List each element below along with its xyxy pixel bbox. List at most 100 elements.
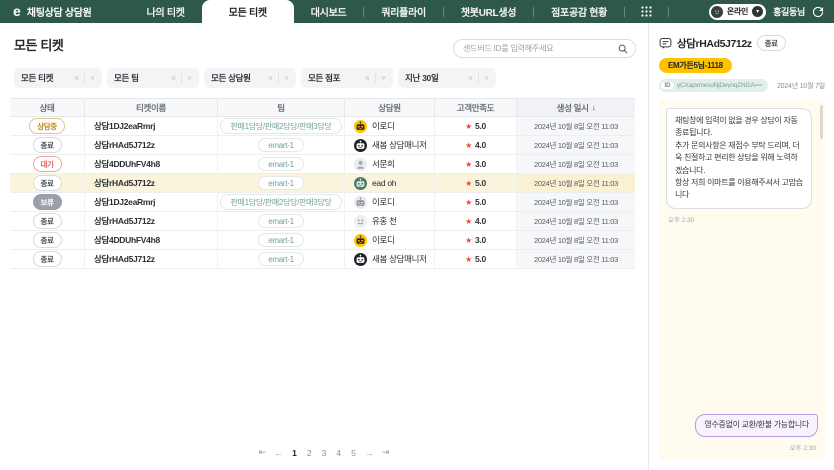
rating-value: 4.0 xyxy=(474,140,486,150)
main-area: 모든 티켓 모든 티켓 × ∨ 모든 팀 × ∨ 모든 상담원 × ∨ 모든 점… xyxy=(0,23,834,470)
agent-name: 새봄 상담매니저 xyxy=(372,140,427,150)
table-header: 상태 티켓이름 팀 상담원 고객만족도 생성 일시 ↓ xyxy=(10,99,635,117)
pagination: ⇤ ← 12345 → ⇥ xyxy=(0,447,648,458)
table-row-4[interactable]: 보류 상담1DJ2eaRmrj 판매1담당/판매2담당/판매3담당 이로디 ★ 5… xyxy=(10,193,635,212)
filter-pill-1[interactable]: 모든 팀 × ∨ xyxy=(107,68,199,88)
nav-tab-4[interactable]: 챗봇URL생성 xyxy=(444,0,533,23)
robot-gray-avatar-icon xyxy=(354,195,367,209)
conversation-title: 상담rHAd5J712z xyxy=(677,37,752,50)
chevron-down-icon[interactable]: ▾ xyxy=(752,6,764,17)
rating-value: 4.0 xyxy=(474,216,486,226)
next-page-icon[interactable]: → xyxy=(365,448,374,458)
page-numbers: 12345 xyxy=(291,448,357,458)
first-page-icon[interactable]: ⇤ xyxy=(259,447,267,458)
created-at: 2024년 10월 8일 오전 11:03 xyxy=(517,231,635,249)
nav-tab-2[interactable]: 대시보드 xyxy=(294,0,364,23)
search-icon[interactable] xyxy=(618,44,628,54)
message-bubble: 영수증없이 교환/환불 가능합니다 xyxy=(695,413,818,437)
status-badge: 종료 xyxy=(32,251,62,267)
message-time: 오후 2:30 xyxy=(789,445,816,452)
filter-separator xyxy=(477,73,479,83)
filter-separator xyxy=(277,73,279,83)
team-badge: emart-1 xyxy=(258,252,304,266)
table-row-6[interactable]: 종료 상담4DDUhFV4h8 emart-1 이로디 ★ 3.0 2024년 1… xyxy=(10,231,635,250)
nav-tab-1[interactable]: 모든 티켓 xyxy=(201,0,294,23)
status-badge: 종료 xyxy=(32,232,62,248)
chat-scrollbar[interactable] xyxy=(820,105,823,139)
star-icon: ★ xyxy=(465,235,472,245)
table-row-7[interactable]: 종료 상담rHAd5J712z emart-1 새봄 상담매니저 ★ 5.0 20… xyxy=(10,250,635,269)
team-badge: emart-1 xyxy=(258,157,304,171)
filter-label: 모든 팀 xyxy=(114,73,139,83)
nav-tab-label: 나의 티켓 xyxy=(146,8,185,19)
conversation-header: 상담rHAd5J712z 종료 xyxy=(659,35,825,51)
chevron-down-icon[interactable]: ∨ xyxy=(484,75,489,82)
chevron-down-icon[interactable]: ∨ xyxy=(284,75,289,82)
nav-tab-label: 대시보드 xyxy=(310,8,347,19)
column-header-3[interactable]: 상담원 xyxy=(345,99,435,116)
nav-tab-0[interactable]: 나의 티켓 xyxy=(130,0,202,23)
status-badge: 상담중 xyxy=(29,118,65,134)
table-row-3[interactable]: 종료 상담rHAd5J712z emart-1 ead oh ★ 5.0 2024… xyxy=(10,174,635,193)
nav-tab-3[interactable]: 쿼리플라이 xyxy=(364,0,443,23)
created-at: 2024년 10월 8일 오전 11:03 xyxy=(517,174,635,192)
filter-pill-4[interactable]: 지난 30일 × ∨ xyxy=(398,68,496,88)
prev-page-icon[interactable]: ← xyxy=(274,448,283,458)
search-input[interactable] xyxy=(463,44,618,53)
nav-tabs: 나의 티켓 모든 티켓 대시보드 쿼리플라이 챗봇URL생성 점포공감 현황 xyxy=(130,0,624,23)
page-3[interactable]: 3 xyxy=(321,448,328,458)
table-body: 상담중 상담1DJ2eaRmrj 판매1담당/판매2담당/판매3담당 이로디 ★… xyxy=(10,117,635,269)
nav-divider xyxy=(668,6,670,17)
status-badge: 대기 xyxy=(32,156,62,172)
filter-clear-icon[interactable]: × xyxy=(268,74,273,83)
table-row-1[interactable]: 종료 상담rHAd5J712z emart-1 새봄 상담매니저 ★ 4.0 20… xyxy=(10,136,635,155)
filter-clear-icon[interactable]: × xyxy=(171,74,176,83)
logout-icon[interactable] xyxy=(812,6,824,18)
customer-id-pill[interactable]: ID yCXapxmesoNjDeynqZNI1A== xyxy=(659,79,768,92)
id-label: ID xyxy=(661,82,674,89)
smiley-gray-avatar-icon xyxy=(354,214,367,228)
page-4[interactable]: 4 xyxy=(335,448,342,458)
filter-pill-0[interactable]: 모든 티켓 × ∨ xyxy=(14,68,102,88)
status-badge: 종료 xyxy=(32,175,62,191)
filter-clear-icon[interactable]: × xyxy=(365,74,370,83)
apps-grid-icon[interactable] xyxy=(625,0,668,23)
table-row-2[interactable]: 대기 상담4DDUhFV4h8 emart-1 서문희 ★ 3.0 2024년 1… xyxy=(10,155,635,174)
page-1[interactable]: 1 xyxy=(291,448,298,458)
chevron-down-icon[interactable]: ∨ xyxy=(381,75,386,82)
filter-pill-3[interactable]: 모든 점포 × ∨ xyxy=(301,68,393,88)
column-header-2[interactable]: 팀 xyxy=(218,99,345,116)
filter-clear-icon[interactable]: × xyxy=(468,74,473,83)
table-row-0[interactable]: 상담중 상담1DJ2eaRmrj 판매1담당/판매2담당/판매3담당 이로디 ★… xyxy=(10,117,635,136)
conversation-status-badge: 종료 xyxy=(756,35,786,51)
top-nav: e 채팅상담 상담원 나의 티켓 모든 티켓 대시보드 쿼리플라이 챗봇URL생성 점포공… xyxy=(0,0,834,23)
column-header-1[interactable]: 티켓이름 xyxy=(85,99,218,116)
ticket-name: 상담rHAd5J712z xyxy=(85,136,218,154)
filter-clear-icon[interactable]: × xyxy=(74,74,79,83)
rating-value: 5.0 xyxy=(474,254,486,264)
presence-label: 온라인 xyxy=(726,7,749,16)
chevron-down-icon[interactable]: ∨ xyxy=(187,75,192,82)
user-avatar xyxy=(710,5,723,18)
star-icon: ★ xyxy=(465,178,472,188)
column-header-5[interactable]: 생성 일시 ↓ xyxy=(517,99,635,116)
presence-selector[interactable]: 온라인 ▾ xyxy=(708,3,767,20)
team-badge: emart-1 xyxy=(258,214,304,228)
created-at: 2024년 10월 8일 오전 11:03 xyxy=(517,193,635,211)
last-page-icon[interactable]: ⇥ xyxy=(382,447,390,458)
table-row-5[interactable]: 종료 상담rHAd5J712z emart-1 유홍 천 ★ 4.0 2024년 … xyxy=(10,212,635,231)
rating-value: 3.0 xyxy=(474,235,486,245)
status-badge: 종료 xyxy=(32,137,62,153)
filter-pill-2[interactable]: 모든 상담원 × ∨ xyxy=(204,68,296,88)
column-header-4[interactable]: 고객만족도 xyxy=(435,99,517,116)
rating-value: 3.0 xyxy=(474,159,486,169)
chat-area[interactable]: 채팅창에 입력이 없을 경우 상담이 자동 종료됩니다. 추가 문의사항은 재접… xyxy=(659,100,825,460)
ticket-name: 상담1DJ2eaRmrj xyxy=(85,117,218,135)
chat-message-1: 영수증없이 교환/환불 가능합니다 오후 2:30 xyxy=(666,413,818,452)
page-2[interactable]: 2 xyxy=(306,448,313,458)
page-5[interactable]: 5 xyxy=(350,448,357,458)
nav-tab-5[interactable]: 점포공감 현황 xyxy=(534,0,624,23)
chevron-down-icon[interactable]: ∨ xyxy=(90,75,95,82)
column-header-0[interactable]: 상태 xyxy=(10,99,85,116)
conversation-date: 2024년 10월 7일 xyxy=(776,82,825,90)
